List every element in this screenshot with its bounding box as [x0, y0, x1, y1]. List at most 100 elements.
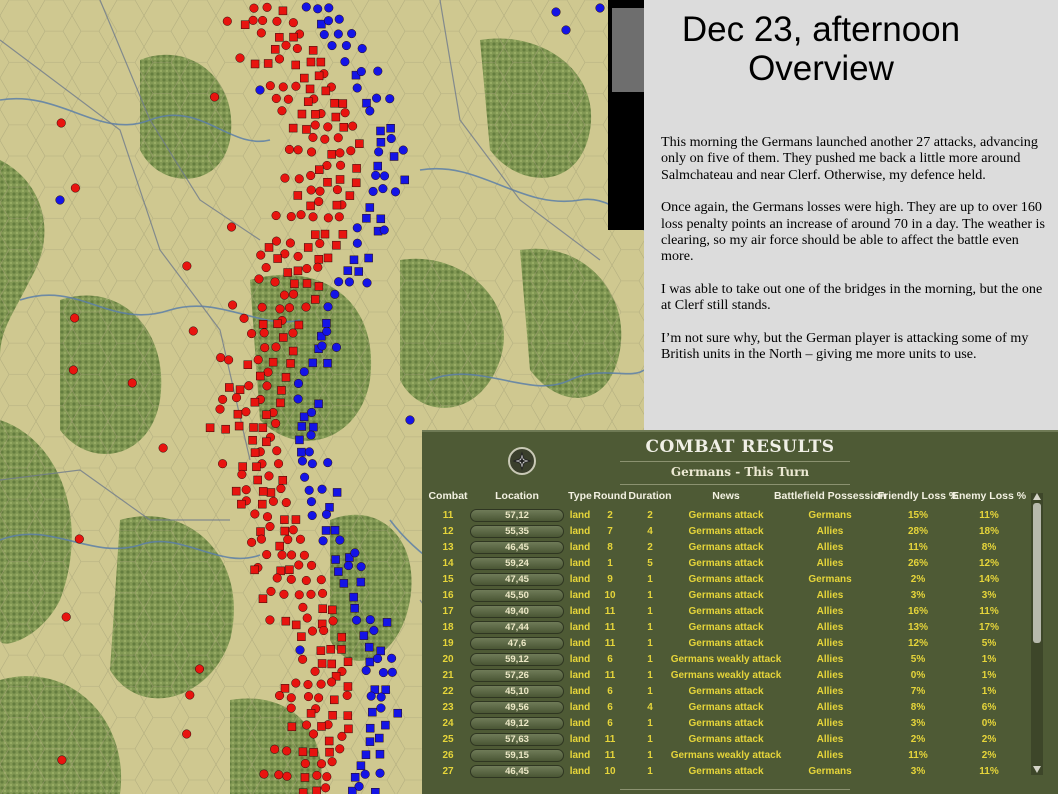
german-unit-marker[interactable] [328, 616, 338, 626]
german-unit-marker[interactable] [278, 6, 288, 16]
german-unit-marker[interactable] [323, 213, 333, 223]
german-unit-marker[interactable] [332, 185, 342, 195]
german-unit-marker[interactable] [271, 210, 281, 221]
allied-unit-marker[interactable] [369, 625, 379, 635]
allied-unit-marker[interactable] [350, 773, 360, 782]
german-unit-marker[interactable] [287, 722, 297, 732]
location-button[interactable]: 47,6 [470, 637, 564, 650]
german-unit-marker[interactable] [302, 125, 311, 134]
german-unit-marker[interactable] [241, 485, 251, 495]
german-unit-marker[interactable] [264, 243, 274, 252]
german-unit-marker[interactable] [330, 98, 339, 108]
german-unit-marker[interactable] [332, 240, 341, 250]
allied-unit-marker[interactable] [344, 277, 354, 287]
allied-unit-marker[interactable] [360, 769, 370, 779]
allied-unit-marker[interactable] [304, 485, 314, 495]
german-unit-marker[interactable] [288, 123, 298, 133]
german-unit-marker[interactable] [310, 120, 320, 130]
allied-unit-marker[interactable] [332, 488, 342, 497]
header-location[interactable]: Location [495, 490, 539, 502]
allied-unit-marker[interactable] [330, 525, 340, 535]
allied-unit-marker[interactable] [595, 3, 605, 13]
german-unit-marker[interactable] [320, 783, 331, 793]
german-unit-marker[interactable] [273, 319, 282, 329]
german-unit-marker[interactable] [221, 424, 230, 434]
german-unit-marker[interactable] [280, 173, 290, 183]
german-unit-marker[interactable] [286, 574, 296, 584]
allied-unit-marker[interactable] [375, 733, 384, 743]
location-button[interactable]: 49,56 [470, 701, 564, 714]
german-unit-marker[interactable] [320, 134, 330, 144]
table-row[interactable]: 46,45 13 land 8 2 Germans attack Allies 11% 8% [422, 540, 1030, 556]
allied-unit-marker[interactable] [365, 106, 375, 116]
allied-unit-marker[interactable] [368, 186, 378, 196]
german-unit-marker[interactable] [331, 112, 341, 122]
german-unit-marker[interactable] [255, 371, 265, 381]
allied-unit-marker[interactable] [376, 646, 385, 656]
header-news[interactable]: News [712, 490, 739, 502]
german-unit-marker[interactable] [182, 729, 192, 739]
table-row[interactable]: 45,10 22 land 6 1 Germans attack Allies 7% 1% [422, 684, 1030, 700]
german-unit-marker[interactable] [188, 326, 198, 336]
german-unit-marker[interactable] [258, 487, 268, 496]
german-unit-marker[interactable] [308, 46, 318, 55]
allied-unit-marker[interactable] [378, 184, 388, 194]
german-unit-marker[interactable] [316, 57, 326, 67]
allied-unit-marker[interactable] [379, 225, 389, 235]
german-unit-marker[interactable] [337, 645, 346, 654]
allied-unit-marker[interactable] [349, 255, 359, 265]
table-row[interactable]: 59,15 26 land 11 1 Germans weakly attack Allie… [422, 748, 1030, 764]
german-unit-marker[interactable] [333, 133, 343, 143]
german-unit-marker[interactable] [282, 771, 292, 781]
german-unit-marker[interactable] [339, 122, 349, 132]
allied-unit-marker[interactable] [561, 25, 571, 35]
german-unit-marker[interactable] [302, 279, 312, 288]
german-unit-marker[interactable] [256, 534, 266, 544]
allied-unit-marker[interactable] [340, 57, 350, 67]
german-unit-marker[interactable] [294, 560, 304, 570]
header-type[interactable]: Type [568, 490, 592, 502]
german-unit-marker[interactable] [308, 729, 319, 739]
german-unit-marker[interactable] [281, 40, 291, 50]
allied-unit-marker[interactable] [386, 124, 395, 133]
german-unit-marker[interactable] [335, 148, 345, 158]
german-unit-marker[interactable] [253, 355, 263, 365]
german-unit-marker[interactable] [314, 71, 324, 81]
german-unit-marker[interactable] [249, 3, 259, 13]
german-unit-marker[interactable] [280, 526, 289, 536]
allied-unit-marker[interactable] [354, 267, 363, 276]
german-unit-marker[interactable] [297, 109, 307, 119]
allied-unit-marker[interactable] [362, 98, 371, 108]
german-unit-marker[interactable] [306, 57, 316, 67]
header-duration[interactable]: Duration [628, 490, 671, 502]
german-unit-marker[interactable] [225, 383, 234, 392]
german-unit-marker[interactable] [233, 409, 243, 419]
allied-unit-marker[interactable] [322, 326, 332, 336]
german-unit-marker[interactable] [342, 690, 352, 700]
german-unit-marker[interactable] [343, 682, 353, 691]
german-unit-marker[interactable] [308, 132, 318, 142]
allied-unit-marker[interactable] [365, 657, 375, 667]
german-unit-marker[interactable] [315, 186, 325, 196]
header-enemy-loss[interactable]: Enemy Loss % [952, 490, 1026, 502]
allied-unit-marker[interactable] [321, 526, 331, 535]
german-unit-marker[interactable] [277, 386, 286, 395]
allied-unit-marker[interactable] [356, 562, 366, 572]
allied-unit-marker[interactable] [307, 407, 317, 417]
allied-unit-marker[interactable] [359, 631, 369, 640]
german-unit-marker[interactable] [340, 108, 350, 118]
german-unit-marker[interactable] [271, 418, 281, 429]
table-row[interactable]: 57,12 11 land 2 2 Germans attack Germans 15% 11% [422, 508, 1030, 524]
allied-unit-marker[interactable] [387, 667, 397, 677]
german-unit-marker[interactable] [274, 54, 285, 64]
german-unit-marker[interactable] [316, 759, 327, 769]
allied-unit-marker[interactable] [317, 341, 327, 351]
table-row[interactable]: 49,12 24 land 6 1 Germans attack Allies 3% 0% [422, 716, 1030, 732]
german-unit-marker[interactable] [244, 381, 254, 391]
allied-unit-marker[interactable] [331, 342, 342, 352]
german-unit-marker[interactable] [231, 393, 242, 403]
german-unit-marker[interactable] [338, 230, 348, 239]
german-unit-marker[interactable] [321, 86, 331, 96]
allied-unit-marker[interactable] [323, 358, 332, 368]
german-unit-marker[interactable] [317, 659, 327, 668]
